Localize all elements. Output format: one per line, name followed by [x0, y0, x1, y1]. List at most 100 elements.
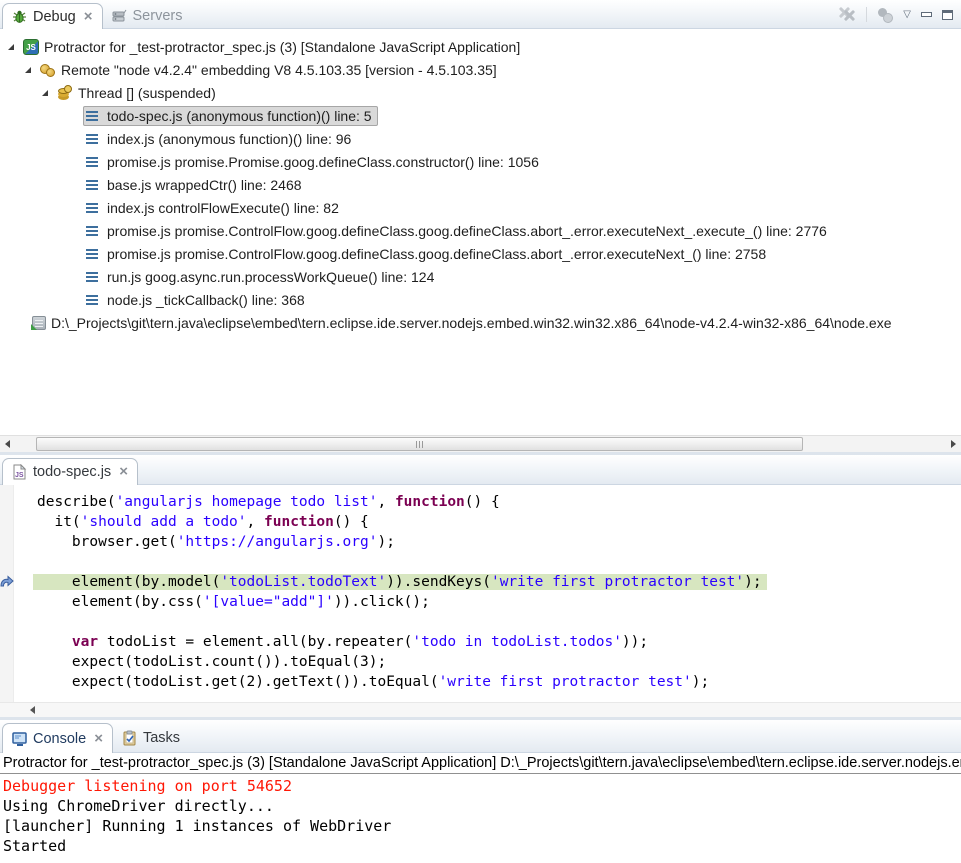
tree-item-label: Protractor for _test-protractor_spec.js …	[44, 39, 520, 55]
console-output-area[interactable]: Protractor for _test-protractor_spec.js …	[0, 753, 961, 863]
process-icon	[32, 316, 46, 330]
stack-frame-icon	[86, 108, 102, 124]
code-line: element(by.css('[value="add"]')).click()…	[37, 592, 961, 612]
tab-tasks-label: Tasks	[143, 730, 180, 746]
editor-tab-label: todo-spec.js	[33, 464, 111, 480]
debug-tree-row[interactable]: run.js goog.async.run.processWorkQueue()…	[0, 265, 961, 288]
close-icon[interactable]: ×	[94, 734, 103, 744]
console-view-panel: Console × Tasks Protractor for _test-pro…	[0, 720, 961, 863]
code-line	[37, 552, 961, 572]
console-lines: Debugger listening on port 54652Using Ch…	[0, 774, 961, 856]
tab-tasks[interactable]: Tasks	[113, 723, 189, 752]
tree-item-label: D:\_Projects\git\tern.java\eclipse\embed…	[51, 315, 892, 331]
debug-horizontal-scrollbar[interactable]	[0, 435, 961, 452]
view-menu-icon[interactable]: ▽	[903, 10, 911, 20]
code-line: browser.get('https://angularjs.org');	[37, 532, 961, 552]
tree-item-label: base.js wrappedCtr() line: 2468	[107, 177, 302, 193]
debug-launch-tree[interactable]: Protractor for _test-protractor_spec.js …	[0, 29, 961, 435]
tab-servers[interactable]: Servers	[103, 3, 192, 28]
tab-servers-label: Servers	[133, 8, 183, 24]
debug-tree-row[interactable]: node.js _tickCallback() line: 368	[0, 288, 961, 311]
console-line: Started	[3, 836, 961, 856]
tree-item-label: promise.js promise.Promise.goog.defineCl…	[107, 154, 539, 170]
tree-item-label: Thread [] (suspended)	[78, 85, 216, 101]
debug-tree-row[interactable]: Thread [] (suspended)	[0, 81, 961, 104]
console-line: Using ChromeDriver directly...	[3, 796, 961, 816]
bug-icon	[12, 9, 28, 25]
js-file-icon: JS	[12, 464, 28, 480]
debug-view-toolbar: ▽	[839, 0, 953, 29]
debug-tree-row[interactable]: todo-spec.js (anonymous function)() line…	[0, 104, 961, 127]
tab-todo-spec-js[interactable]: JS todo-spec.js ×	[2, 458, 138, 485]
tree-expand-arrow-icon[interactable]	[40, 86, 54, 100]
tab-console-label: Console	[33, 731, 86, 747]
tree-item-label: index.js controlFlowExecute() line: 82	[107, 200, 339, 216]
tree-item-label: run.js goog.async.run.processWorkQueue()…	[107, 269, 434, 285]
thread-icon	[57, 85, 73, 101]
debug-tree-row[interactable]: index.js controlFlowExecute() line: 82	[0, 196, 961, 219]
console-process-header: Protractor for _test-protractor_spec.js …	[0, 753, 961, 774]
toolbar-separator	[866, 7, 867, 22]
close-icon[interactable]: ×	[84, 12, 93, 22]
stack-frame-icon	[86, 292, 102, 308]
stack-frame-icon	[86, 154, 102, 170]
debug-tree-row[interactable]: promise.js promise.Promise.goog.defineCl…	[0, 150, 961, 173]
js-app-icon	[23, 39, 39, 55]
tasks-icon	[122, 730, 138, 746]
servers-icon	[112, 8, 128, 24]
debug-tree-row[interactable]: Protractor for _test-protractor_spec.js …	[0, 35, 961, 58]
debug-view-tabbar: Debug × Servers ▽	[0, 0, 961, 29]
tree-item-label: node.js _tickCallback() line: 368	[107, 292, 305, 308]
code-line: var todoList = element.all(by.repeater('…	[37, 632, 961, 652]
tree-item-label: promise.js promise.ControlFlow.goog.defi…	[107, 223, 827, 239]
scrollbar-thumb[interactable]	[36, 437, 803, 451]
tree-item-label: todo-spec.js (anonymous function)() line…	[107, 108, 372, 124]
debug-tree-row[interactable]: promise.js promise.ControlFlow.goog.defi…	[0, 219, 961, 242]
editor-horizontal-scrollbar[interactable]	[0, 702, 961, 717]
console-icon	[12, 731, 28, 747]
remove-all-terminated-icon[interactable]	[839, 7, 856, 22]
tab-debug-label: Debug	[33, 9, 76, 25]
debug-options-icon[interactable]	[877, 7, 893, 22]
close-icon[interactable]: ×	[119, 467, 128, 477]
debug-instruction-pointer-icon	[0, 575, 14, 588]
tab-console[interactable]: Console ×	[2, 723, 113, 753]
console-line: Debugger listening on port 54652	[3, 776, 961, 796]
code-line: element(by.model('todoList.todoText')).s…	[37, 572, 961, 592]
debug-tree-row[interactable]: index.js (anonymous function)() line: 96	[0, 127, 961, 150]
code-line: it('should add a todo', function() {	[37, 512, 961, 532]
debug-view-panel: Debug × Servers ▽ Protra	[0, 0, 961, 452]
tree-expand-arrow-icon[interactable]	[23, 63, 37, 77]
debug-tree-row[interactable]: D:\_Projects\git\tern.java\eclipse\embed…	[0, 311, 961, 334]
console-tabbar: Console × Tasks	[0, 720, 961, 753]
code-line: expect(todoList.count()).toEqual(3);	[37, 652, 961, 672]
minimize-icon[interactable]	[921, 12, 932, 17]
editor-tabbar: JS todo-spec.js ×	[0, 455, 961, 485]
tab-debug[interactable]: Debug ×	[2, 3, 103, 29]
editor-panel: JS todo-spec.js × describe('angularjs ho…	[0, 455, 961, 717]
debug-target-icon	[40, 62, 56, 78]
stack-frame-icon	[86, 200, 102, 216]
maximize-icon[interactable]	[942, 10, 953, 20]
stack-frame-icon	[86, 269, 102, 285]
code-editor-area[interactable]: describe('angularjs homepage todo list',…	[0, 485, 961, 702]
scroll-left-arrow-icon[interactable]	[30, 706, 35, 714]
code-line: expect(todoList.get(2).getText()).toEqua…	[37, 672, 961, 692]
scroll-left-arrow-icon[interactable]	[5, 440, 10, 448]
debug-tree-row[interactable]: base.js wrappedCtr() line: 2468	[0, 173, 961, 196]
debug-tree-row[interactable]: promise.js promise.ControlFlow.goog.defi…	[0, 242, 961, 265]
debug-tree-row[interactable]: Remote "node v4.2.4" embedding V8 4.5.10…	[0, 58, 961, 81]
scroll-right-arrow-icon[interactable]	[951, 440, 956, 448]
console-line: [launcher] Running 1 instances of WebDri…	[3, 816, 961, 836]
editor-annotation-gutter[interactable]	[0, 485, 14, 702]
code-line: describe('angularjs homepage todo list',…	[37, 492, 961, 512]
svg-text:JS: JS	[15, 472, 24, 479]
code-line	[37, 612, 961, 632]
tree-item-label: Remote "node v4.2.4" embedding V8 4.5.10…	[61, 62, 497, 78]
stack-frame-icon	[86, 223, 102, 239]
tree-item-label: promise.js promise.ControlFlow.goog.defi…	[107, 246, 766, 262]
code-lines[interactable]: describe('angularjs homepage todo list',…	[15, 492, 961, 692]
stack-frame-icon	[86, 131, 102, 147]
tree-expand-arrow-icon[interactable]	[6, 40, 20, 54]
tree-item-label: index.js (anonymous function)() line: 96	[107, 131, 351, 147]
